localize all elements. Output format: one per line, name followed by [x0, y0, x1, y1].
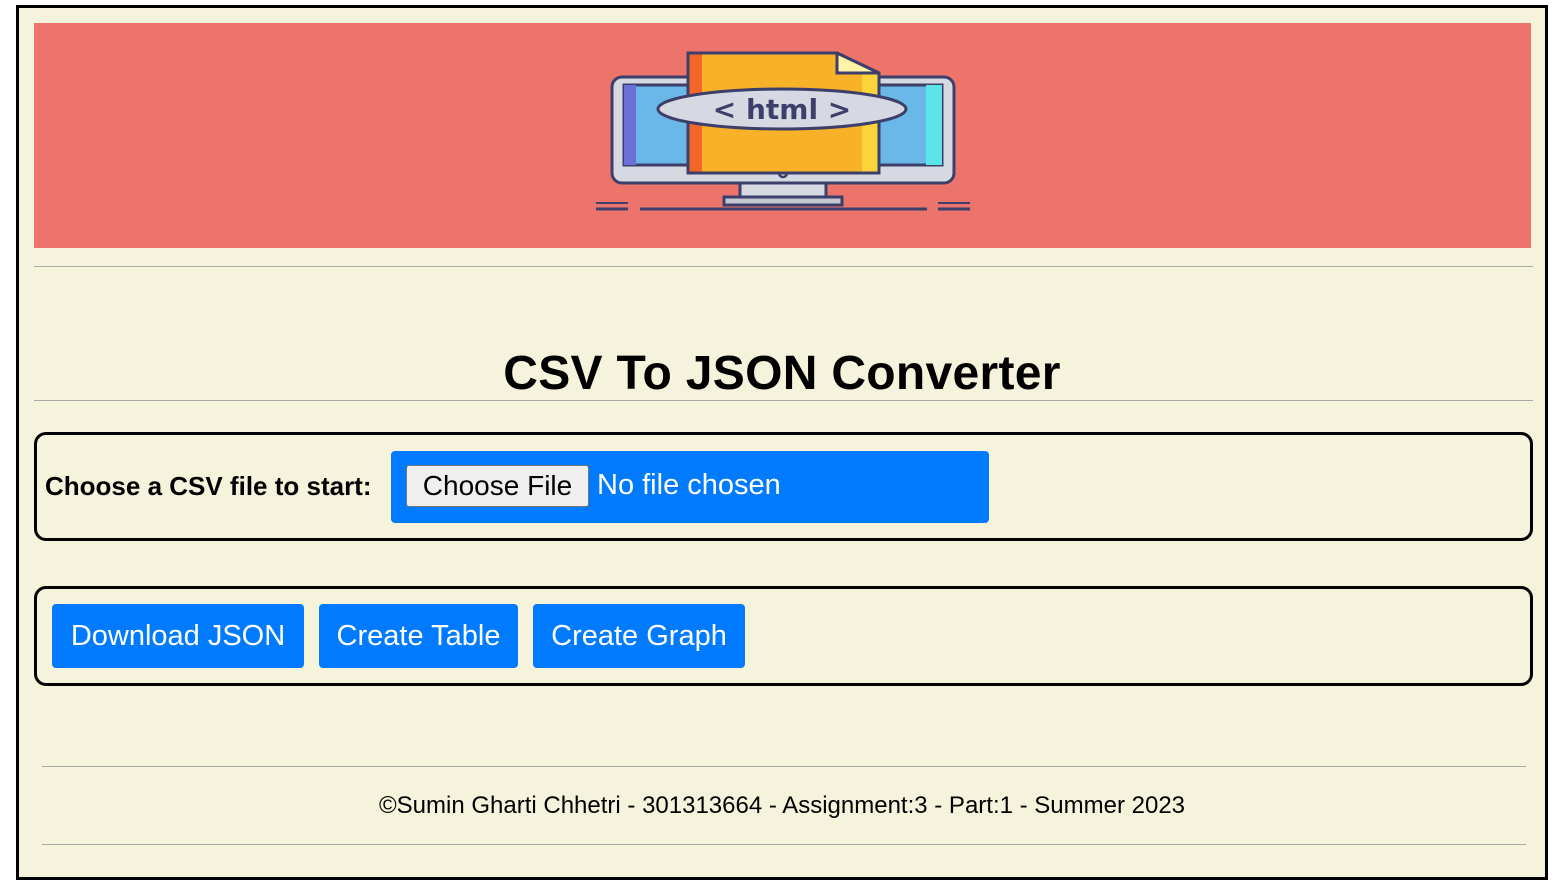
- html-monitor-icon: < html >: [596, 51, 970, 211]
- file-upload-panel: Choose a CSV file to start: Choose File …: [34, 432, 1533, 541]
- footer-divider: [42, 766, 1526, 767]
- create-graph-button[interactable]: Create Graph: [533, 604, 745, 668]
- file-status-text: No file chosen: [597, 469, 781, 501]
- file-input-label: Choose a CSV file to start:: [45, 471, 372, 501]
- page-frame: < html > CSV To JSON Converter Choose a …: [16, 5, 1548, 880]
- choose-file-button[interactable]: Choose File: [406, 465, 589, 507]
- create-table-button[interactable]: Create Table: [319, 604, 518, 668]
- divider: [34, 400, 1533, 401]
- footer-text: ©Sumin Gharti Chhetri - 301313664 - Assi…: [378, 792, 1186, 819]
- banner-icon-text: < html >: [713, 93, 852, 126]
- csv-file-input[interactable]: Choose File No file chosen: [391, 451, 989, 523]
- page-title: CSV To JSON Converter: [503, 347, 1061, 401]
- divider: [34, 266, 1533, 267]
- actions-panel: Download JSON Create Table Create Graph: [34, 586, 1533, 686]
- header-banner: < html >: [34, 23, 1531, 248]
- download-json-button[interactable]: Download JSON: [52, 604, 304, 668]
- footer-divider: [42, 844, 1526, 845]
